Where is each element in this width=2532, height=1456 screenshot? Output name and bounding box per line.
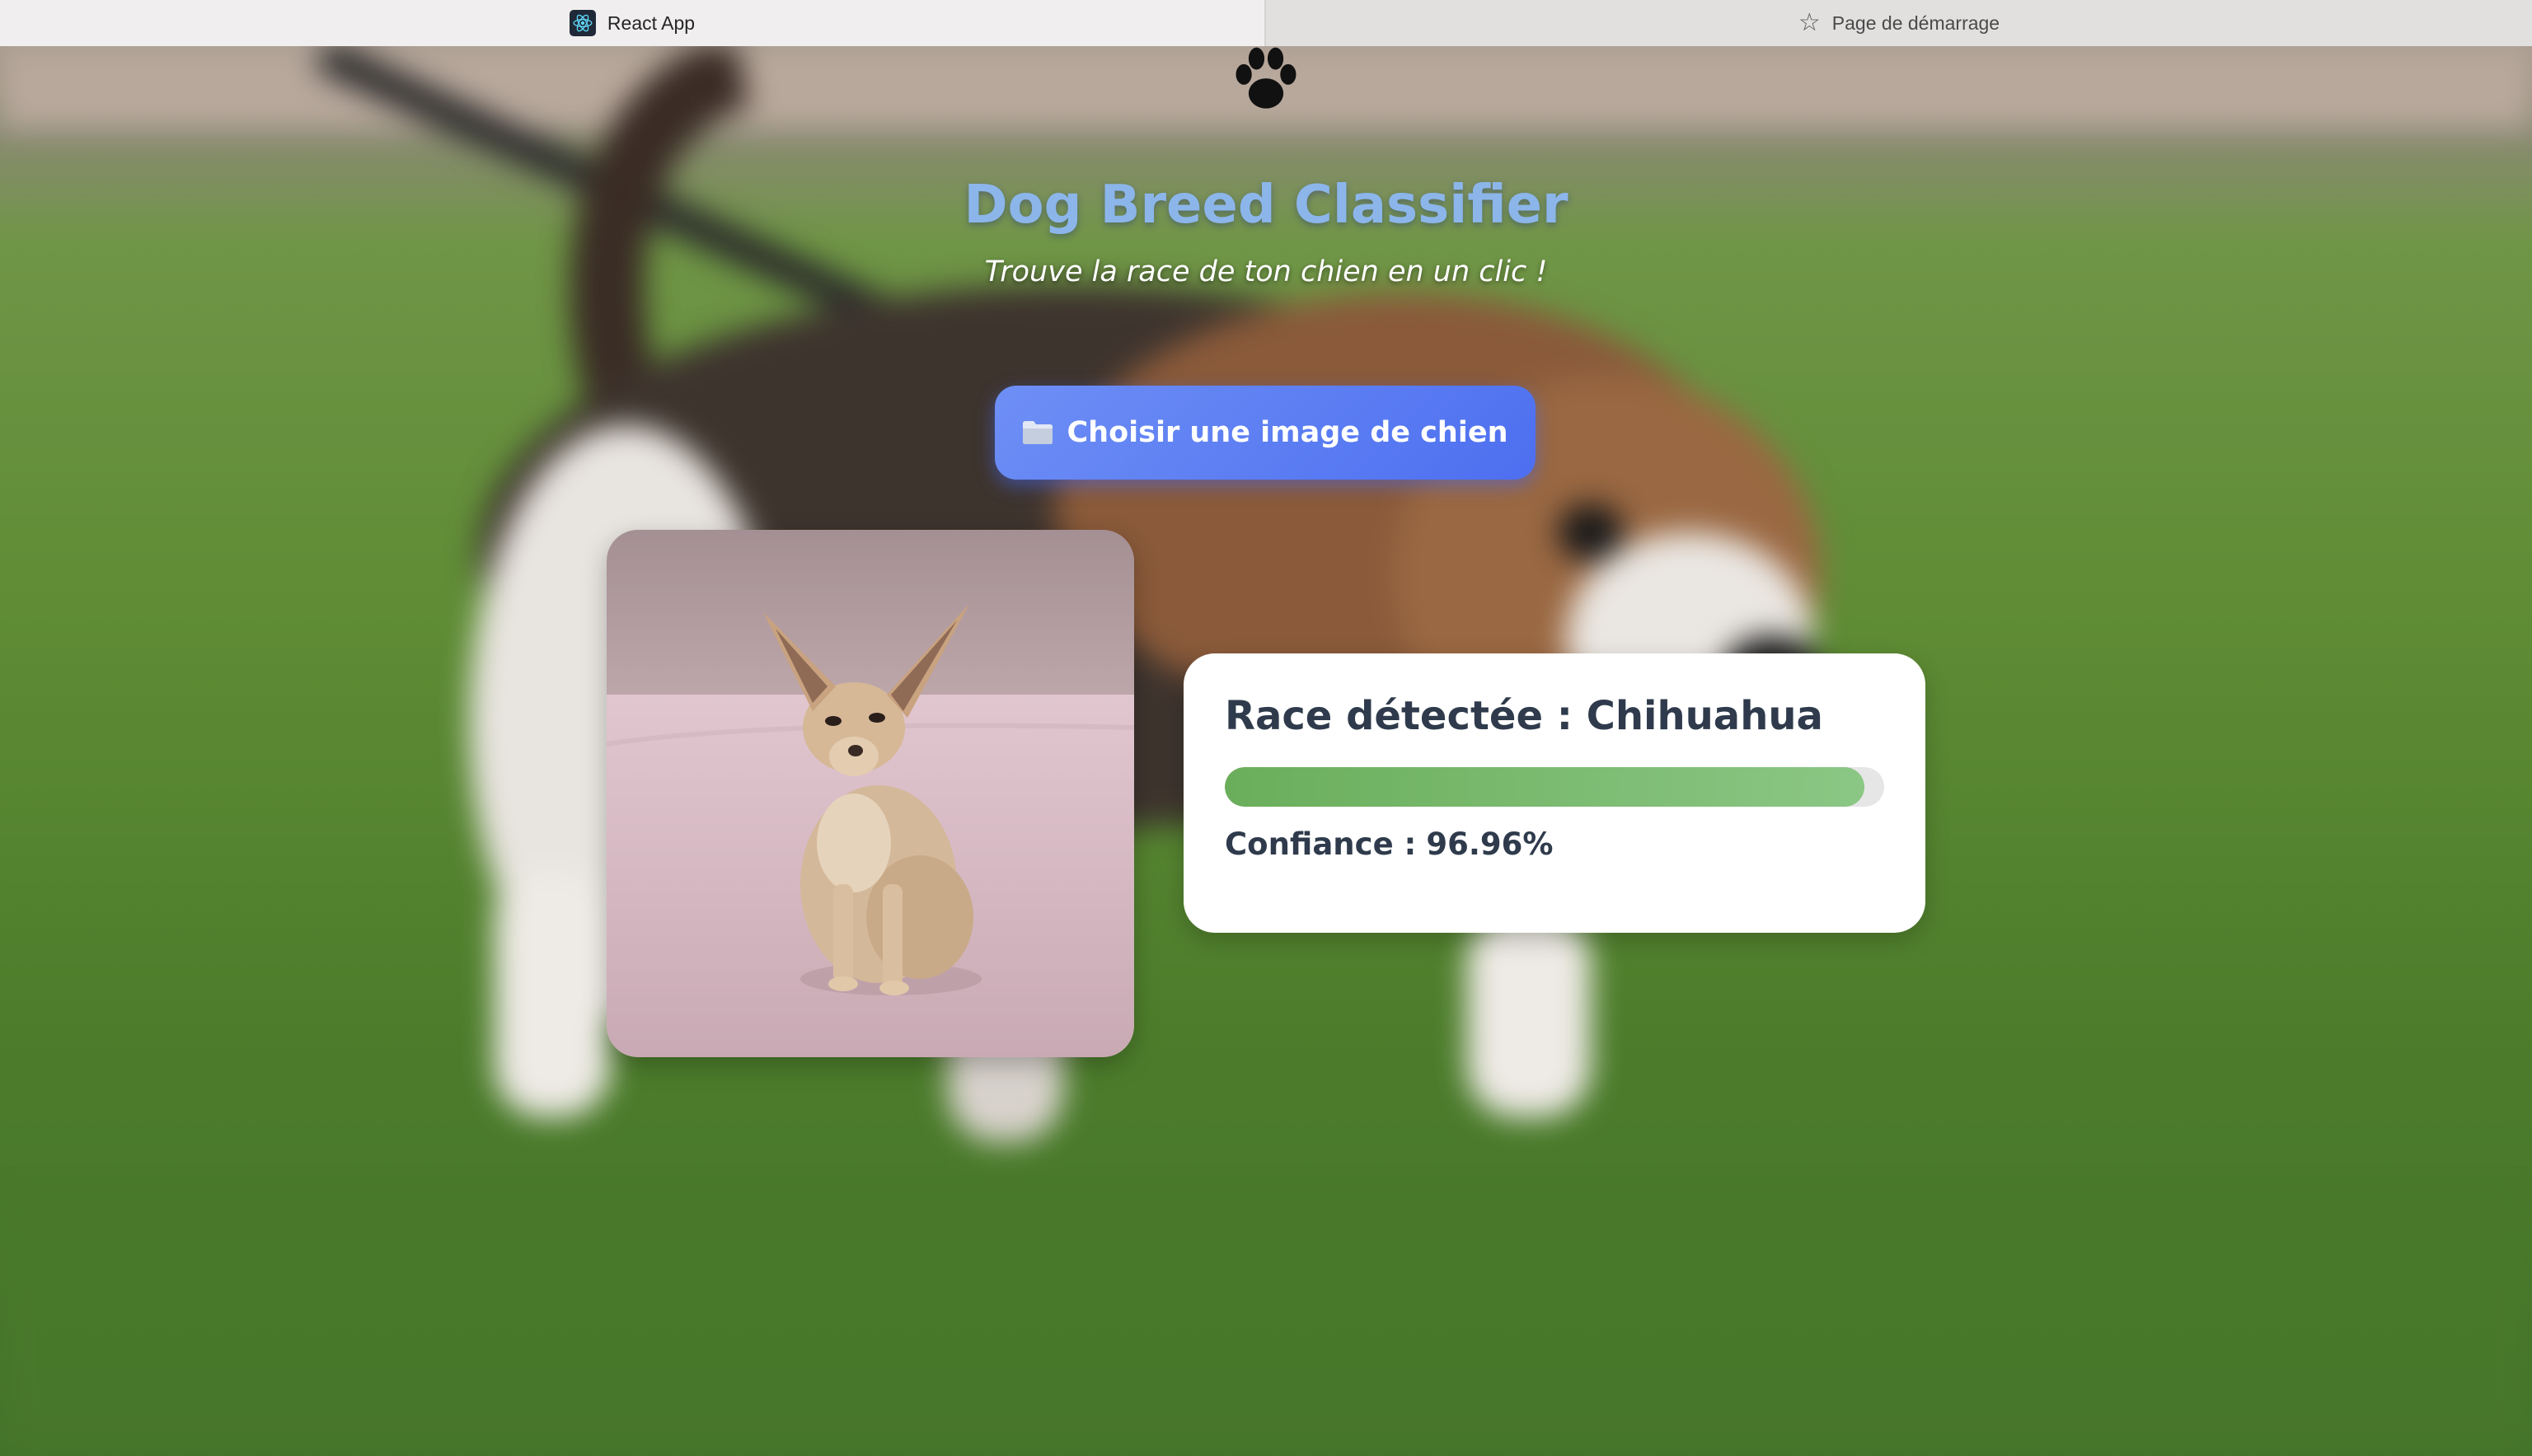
detected-breed: Race détectée : Chihuahua	[1225, 693, 1823, 739]
confidence-value: 96.96%	[1426, 826, 1554, 862]
confidence-bar-fill	[1225, 767, 1864, 807]
confidence-text: Confiance :96.96%	[1225, 826, 1553, 862]
choose-image-button[interactable]: Choisir une image de chien	[995, 386, 1536, 480]
paw-icon	[1236, 47, 1296, 109]
tab-label: Page de démarrage	[1831, 12, 2000, 34]
page-title: Dog Breed Classifier	[964, 175, 1568, 236]
tab-label: React App	[607, 12, 696, 34]
uploaded-dog-image	[607, 530, 1134, 1057]
tab-start-page[interactable]: ☆ Page de démarrage	[1266, 0, 2532, 46]
result-card: Race détectée : Chihuahua Confiance :96.…	[1184, 653, 1925, 933]
star-icon: ☆	[1798, 9, 1821, 36]
react-icon	[569, 10, 596, 36]
tab-react-app[interactable]: React App	[0, 0, 1266, 46]
choose-image-label: Choisir une image de chien	[1067, 416, 1508, 449]
confidence-bar	[1225, 767, 1884, 807]
confidence-label: Confiance :	[1225, 826, 1417, 862]
browser-tab-bar: React App ☆ Page de démarrage	[0, 0, 2532, 46]
folder-icon	[1022, 420, 1053, 445]
page-subtitle: Trouve la race de ton chien en un clic !	[984, 255, 1548, 288]
